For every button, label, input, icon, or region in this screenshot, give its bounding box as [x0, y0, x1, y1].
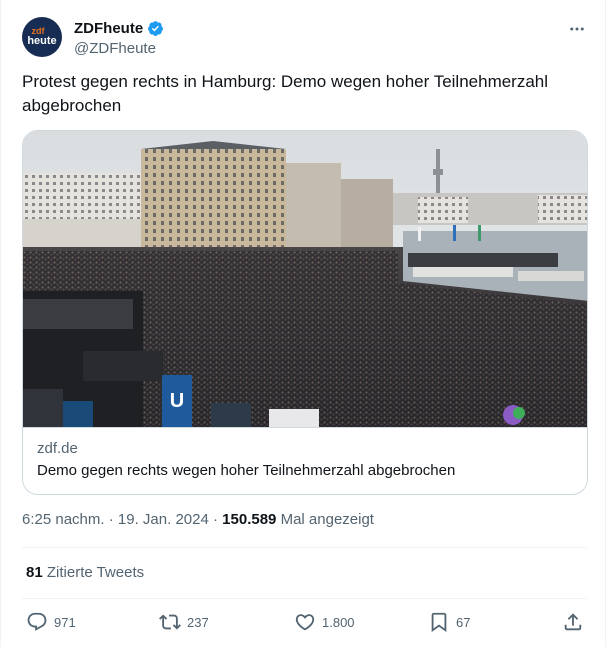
like-button[interactable]: 1.800: [294, 608, 355, 636]
more-options-icon[interactable]: [567, 19, 587, 39]
reply-count: 971: [54, 614, 76, 630]
heart-icon: [295, 614, 315, 631]
quote-label: Zitierte Tweets: [46, 564, 145, 581]
bookmark-icon: [431, 612, 447, 633]
tweet-card: zdf heute ZDFheute @ZDFheute Protest geg…: [0, 0, 606, 647]
link-preview-image[interactable]: U: [23, 131, 588, 427]
link-domain: zdf.de: [37, 440, 78, 457]
bookmark-button[interactable]: 67: [428, 608, 470, 636]
author-handle[interactable]: @ZDFheute: [74, 40, 164, 57]
like-count: 1.800: [322, 614, 355, 630]
divider: [22, 598, 587, 599]
tweet-meta: 6:25 nachm. · 19. Jan. 2024 · 150.589 Ma…: [22, 510, 374, 530]
tweet-text: Protest gegen rechts in Hamburg: Demo we…: [22, 72, 549, 115]
tweet-date[interactable]: 19. Jan. 2024: [118, 511, 209, 528]
reply-button[interactable]: 971: [26, 608, 76, 636]
view-count: 150.589: [222, 511, 277, 528]
author-info: ZDFheute @ZDFheute: [74, 18, 164, 57]
link-title: Demo gegen rechts wegen hoher Teilnehmer…: [37, 462, 456, 479]
bookmark-count: 67: [456, 614, 471, 630]
avatar-text-bottom: heute: [27, 35, 57, 47]
retweet-count: 237: [187, 614, 209, 630]
author-display-name[interactable]: ZDFheute: [74, 20, 143, 37]
share-icon: [564, 613, 582, 631]
divider: [22, 547, 587, 548]
link-preview-card[interactable]: U zdf.de Demo gegen rechts wegen hoher T…: [22, 130, 588, 495]
link-preview-meta: zdf.de Demo gegen rechts wegen hoher Tei…: [23, 427, 587, 494]
tweet-header: zdf heute ZDFheute @ZDFheute: [22, 15, 587, 59]
name-row: ZDFheute: [74, 18, 164, 38]
verified-badge-icon: [148, 20, 164, 36]
view-count-label: Mal angezeigt: [280, 511, 374, 528]
retweet-icon: [159, 614, 181, 630]
share-button[interactable]: [562, 608, 584, 636]
meta-separator: ·: [104, 511, 118, 528]
quote-count: 81: [26, 564, 43, 581]
meta-separator: ·: [208, 511, 223, 528]
tweet-time[interactable]: 6:25 nachm.: [22, 511, 105, 528]
retweet-button[interactable]: 237: [159, 608, 209, 636]
quote-tweets-link[interactable]: 81 Zitierte Tweets: [26, 563, 144, 583]
avatar[interactable]: zdf heute: [22, 17, 62, 57]
reply-icon: [27, 612, 47, 631]
action-bar: 971 237 1.800 67: [26, 608, 586, 636]
ubahn-sign-label: U: [170, 390, 184, 412]
